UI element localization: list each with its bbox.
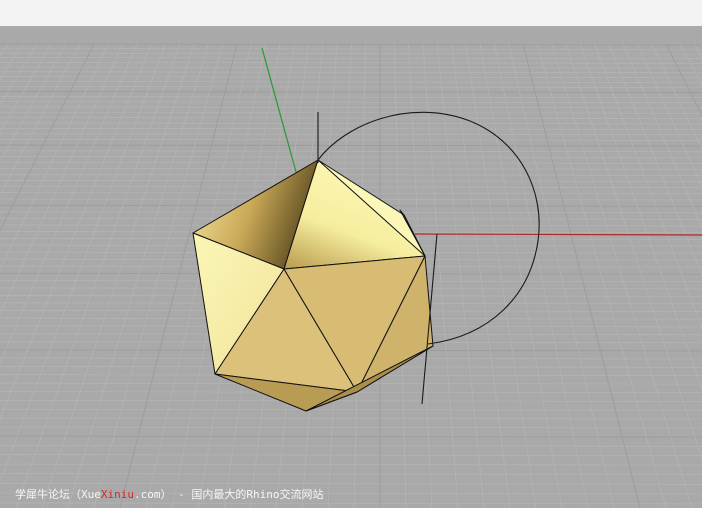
viewport-title-bar [0, 0, 702, 26]
grid-line [0, 162, 702, 164]
grid-line [651, 43, 702, 150]
grid-line [0, 174, 702, 176]
grid-line [0, 43, 702, 46]
grid-line [67, 43, 209, 508]
grid-line [0, 482, 702, 485]
grid-line [0, 139, 702, 141]
grid-line [0, 454, 702, 456]
grid-line [0, 128, 702, 130]
grid-line [0, 426, 702, 429]
grid-line [465, 43, 537, 508]
grid-line [0, 133, 702, 136]
grid-line [0, 43, 9, 58]
grid-line [565, 43, 702, 461]
grid-line [508, 43, 615, 508]
grid-line [0, 400, 702, 402]
grid-line [551, 43, 693, 508]
grid-line [0, 417, 702, 420]
grid-line [0, 101, 702, 103]
grid-line [0, 66, 702, 69]
grid-line [0, 43, 152, 420]
grid-line [594, 43, 702, 330]
grid-line [0, 61, 702, 64]
grid-line [680, 43, 702, 86]
grid-line [0, 76, 702, 79]
grid-line [0, 43, 66, 163]
perspective-viewport[interactable] [0, 26, 702, 508]
grid-line [0, 122, 702, 125]
grid-line [0, 43, 23, 81]
grid-line [637, 43, 702, 188]
grid-line [0, 435, 702, 438]
grid-line [0, 168, 702, 170]
rhino-screen: 学犀牛论坛（XueXiniu.com） - 国内最大的Rhino交流网站 [0, 0, 702, 508]
grid-line [537, 43, 667, 508]
watermark-suffix: .com） - 国内最大的Rhino交流网站 [134, 488, 324, 501]
grid-line [0, 91, 702, 93]
grid-line [479, 43, 563, 508]
grid-line [0, 144, 702, 147]
grid-line [0, 473, 702, 475]
grid-line [0, 43, 138, 365]
grid-line [15, 43, 181, 508]
grid-line [0, 106, 702, 109]
watermark-highlight: Xiniu [100, 488, 134, 501]
viewport-canvas[interactable] [0, 26, 702, 508]
grid-line [0, 43, 38, 106]
x-axis-line [414, 233, 702, 236]
grid-line [0, 444, 702, 447]
forum-watermark: 学犀牛论坛（XueXiniu.com） - 国内最大的Rhino交流网站 [15, 486, 323, 502]
grid-line [622, 43, 702, 229]
grid-line [0, 43, 123, 315]
grid-line [0, 43, 166, 483]
grid-line [41, 43, 195, 508]
watermark-prefix: 学犀牛论坛（Xue [15, 488, 101, 501]
grid-line [0, 111, 702, 114]
grid-line [0, 150, 702, 153]
grid-line [0, 43, 52, 133]
grid-line [0, 71, 702, 74]
grid-line [522, 43, 641, 508]
grid-line [665, 43, 702, 117]
grid-line [0, 96, 702, 98]
grid-line [0, 43, 80, 196]
grid-line [0, 463, 702, 466]
grid-line [0, 43, 95, 232]
grid-line [0, 86, 702, 88]
grid-line [451, 43, 511, 508]
grid-line [494, 43, 589, 508]
grid-line [0, 502, 702, 505]
grid-line [0, 408, 702, 411]
icosahedron-object[interactable] [192, 159, 434, 412]
